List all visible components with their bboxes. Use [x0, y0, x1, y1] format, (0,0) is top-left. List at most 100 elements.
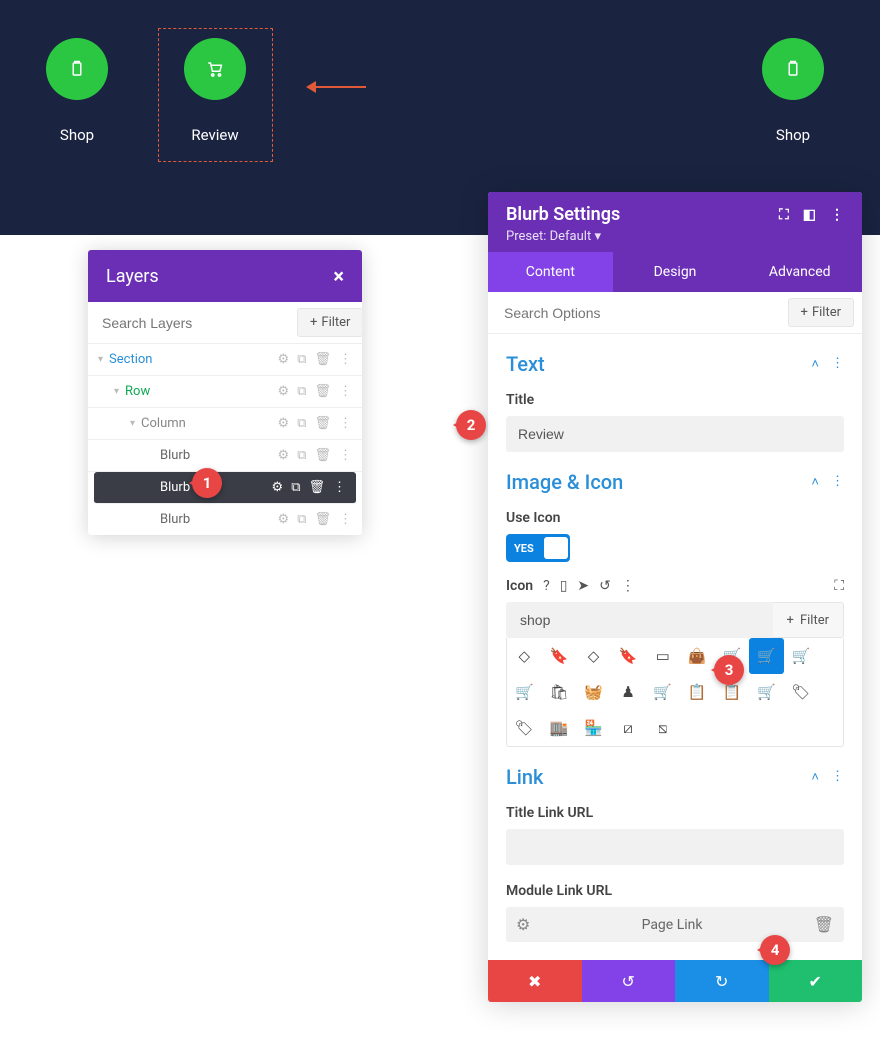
- trash-icon[interactable]: 🗑: [308, 480, 325, 495]
- gear-icon[interactable]: ⚙: [278, 352, 290, 367]
- chevron-down-icon[interactable]: ▾: [98, 354, 103, 365]
- tab-design[interactable]: Design: [613, 252, 738, 292]
- cursor-icon[interactable]: ➤: [577, 578, 589, 594]
- layer-blurb-active[interactable]: Blurb ⚙ ⧉ 🗑 ⋮: [94, 472, 356, 504]
- more-icon[interactable]: ⋮: [339, 352, 352, 367]
- chevron-up-icon[interactable]: ˄: [811, 474, 819, 490]
- phone-icon[interactable]: ▯: [560, 578, 568, 594]
- gear-icon[interactable]: ⚙: [278, 512, 290, 527]
- cancel-button[interactable]: ✖: [488, 960, 582, 1002]
- layer-section[interactable]: ▾ Section ⚙ ⧉ 🗑 ⋮: [88, 344, 362, 376]
- layers-search-row: +Filter: [88, 302, 362, 344]
- tab-advanced[interactable]: Advanced: [737, 252, 862, 292]
- help-icon[interactable]: ?: [543, 578, 550, 594]
- layer-row[interactable]: ▾ Row ⚙ ⧉ 🗑 ⋮: [88, 376, 362, 408]
- title-input[interactable]: [506, 416, 844, 452]
- duplicate-icon[interactable]: ⧉: [297, 448, 306, 463]
- tab-content[interactable]: Content: [488, 252, 613, 292]
- layer-column[interactable]: ▾ Column ⚙ ⧉ 🗑 ⋮: [88, 408, 362, 440]
- trash-icon[interactable]: 🗑: [314, 352, 331, 367]
- blurb-review[interactable]: Review: [160, 38, 270, 144]
- tag-icon[interactable]: 🔖: [611, 638, 646, 674]
- duplicate-icon[interactable]: ⧉: [291, 480, 300, 495]
- duplicate-icon[interactable]: ⧉: [297, 416, 306, 431]
- more-icon[interactable]: ⋮: [831, 356, 844, 372]
- chevron-up-icon[interactable]: ˄: [811, 769, 819, 785]
- store-icon[interactable]: 🏪: [576, 710, 611, 746]
- layers-filter-button[interactable]: +Filter: [297, 308, 362, 337]
- use-icon-toggle[interactable]: YES: [506, 534, 570, 562]
- trash-icon[interactable]: 🗑: [814, 915, 834, 934]
- tags-icon[interactable]: 🏷: [507, 710, 542, 746]
- tag-outline-icon[interactable]: ◇: [507, 638, 542, 674]
- use-icon-label: Use Icon: [506, 510, 844, 526]
- more-icon[interactable]: ⋮: [831, 769, 844, 785]
- tag-icon[interactable]: 🏷: [784, 674, 819, 710]
- trash-icon[interactable]: 🗑: [314, 416, 331, 431]
- card-icon[interactable]: ▭: [645, 638, 680, 674]
- more-icon[interactable]: ⋮: [830, 207, 844, 223]
- duplicate-icon[interactable]: ⧉: [297, 352, 306, 367]
- title-url-input[interactable]: [506, 829, 844, 865]
- fullscreen-icon[interactable]: ⛶: [834, 578, 844, 594]
- icon-search-input[interactable]: [506, 602, 773, 638]
- trash-icon[interactable]: 🗑: [314, 448, 331, 463]
- more-icon[interactable]: ⋮: [339, 512, 352, 527]
- module-url-row[interactable]: ⚙ Page Link 🗑: [506, 907, 844, 942]
- gear-icon[interactable]: ⚙: [278, 416, 290, 431]
- more-icon[interactable]: ⋮: [831, 474, 844, 490]
- bag-icon[interactable]: 🛍: [542, 674, 577, 710]
- gear-icon[interactable]: ⚙: [272, 480, 284, 495]
- chevron-up-icon[interactable]: ˄: [811, 356, 819, 372]
- settings-filter-button[interactable]: +Filter: [788, 298, 854, 327]
- more-icon[interactable]: ⋮: [333, 480, 346, 495]
- cart-icon[interactable]: 🛒: [749, 638, 784, 674]
- reset-icon[interactable]: ↺: [599, 578, 611, 594]
- cart-icon[interactable]: 🛒: [749, 674, 784, 710]
- duplicate-icon[interactable]: ⧉: [297, 384, 306, 399]
- close-icon[interactable]: ×: [333, 264, 344, 288]
- trash-icon[interactable]: 🗑: [314, 384, 331, 399]
- section-link[interactable]: Link ˄⋮: [506, 747, 844, 799]
- redo-button[interactable]: ↻: [675, 960, 769, 1002]
- store-slash-icon[interactable]: ⧅: [645, 710, 680, 746]
- columns-icon[interactable]: ◧: [803, 207, 816, 223]
- trash-icon[interactable]: 🗑: [314, 512, 331, 527]
- pawn-icon[interactable]: ♟: [611, 674, 646, 710]
- preset-dropdown[interactable]: Preset: Default ▾: [506, 229, 844, 244]
- more-icon[interactable]: ⋮: [339, 448, 352, 463]
- chevron-down-icon[interactable]: ▾: [130, 418, 135, 429]
- gear-icon[interactable]: ⚙: [278, 448, 290, 463]
- store-icon[interactable]: 🏬: [542, 710, 577, 746]
- cart-icon[interactable]: 🛒: [645, 674, 680, 710]
- settings-search-input[interactable]: [488, 295, 788, 331]
- layer-blurb[interactable]: Blurb ⚙ ⧉ 🗑 ⋮: [88, 440, 362, 472]
- tag-icon[interactable]: 🔖: [542, 638, 577, 674]
- duplicate-icon[interactable]: ⧉: [297, 512, 306, 527]
- cart-icon[interactable]: 🛒: [507, 674, 542, 710]
- layer-blurb[interactable]: Blurb ⚙ ⧉ 🗑 ⋮: [88, 504, 362, 535]
- gear-icon[interactable]: ⚙: [516, 915, 530, 934]
- blurb-shop-1[interactable]: Shop: [22, 38, 132, 144]
- basket-icon[interactable]: 🧺: [576, 674, 611, 710]
- clipboard-icon[interactable]: 📋: [680, 674, 715, 710]
- tag-outline-icon[interactable]: ◇: [576, 638, 611, 674]
- section-image-icon[interactable]: Image & Icon ˄⋮: [506, 452, 844, 504]
- blurb-shop-2[interactable]: Shop: [738, 38, 848, 144]
- more-icon[interactable]: ⋮: [621, 578, 635, 594]
- layers-search-input[interactable]: [88, 305, 297, 341]
- save-button[interactable]: ✔: [769, 960, 863, 1002]
- settings-tabs: Content Design Advanced: [488, 252, 862, 292]
- cart-icon[interactable]: 🛒: [784, 638, 819, 674]
- arrow-annotation: [310, 86, 366, 88]
- store-slash-icon[interactable]: ⧄: [611, 710, 646, 746]
- settings-title: Blurb Settings: [506, 204, 620, 225]
- gear-icon[interactable]: ⚙: [278, 384, 290, 399]
- section-text[interactable]: Text ˄⋮: [506, 334, 844, 386]
- expand-icon[interactable]: ⛶: [779, 207, 789, 223]
- icon-filter-button[interactable]: +Filter: [773, 602, 844, 638]
- more-icon[interactable]: ⋮: [339, 384, 352, 399]
- undo-button[interactable]: ↺: [582, 960, 676, 1002]
- chevron-down-icon[interactable]: ▾: [114, 386, 119, 397]
- more-icon[interactable]: ⋮: [339, 416, 352, 431]
